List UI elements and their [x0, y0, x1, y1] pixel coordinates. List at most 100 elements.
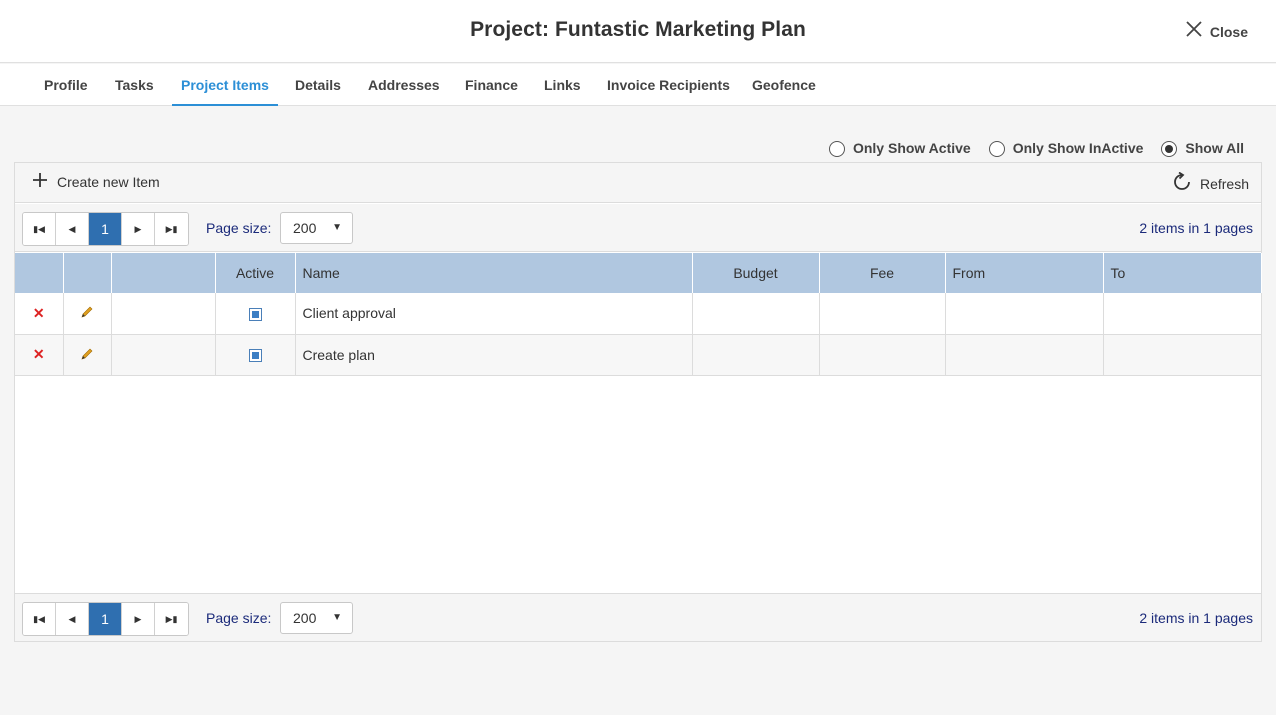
dropdown-arrow-icon: ▼ [332, 612, 342, 623]
page-size-select[interactable]: 200 ▼ [280, 602, 353, 634]
delete-icon[interactable]: ✕ [33, 305, 45, 321]
page-size-select[interactable]: 200 ▼ [280, 212, 353, 244]
active-cell [215, 293, 296, 335]
tab-details[interactable]: Details [286, 64, 350, 106]
pager-buttons: ▮◀ ◀ 1 ▶ ▶▮ [22, 212, 189, 246]
prev-page-button[interactable]: ◀ [56, 213, 89, 245]
refresh-icon [1172, 171, 1192, 195]
next-page-button[interactable]: ▶ [122, 213, 155, 245]
fee-cell [819, 293, 946, 335]
tab-invoice-recipients[interactable]: Invoice Recipients [598, 64, 739, 106]
filter-only-inactive[interactable]: Only Show InActive [988, 139, 1144, 157]
table-header-row: Active Name Budget Fee From To [15, 253, 1262, 293]
blank-cell [111, 293, 216, 335]
fee-cell [819, 334, 946, 376]
edit-cell [63, 334, 112, 376]
column-header-name[interactable]: Name [295, 253, 693, 293]
last-page-icon: ▶▮ [165, 223, 178, 234]
column-header-active[interactable]: Active [215, 253, 296, 293]
from-cell [945, 334, 1104, 376]
filter-label: Only Show InActive [1012, 140, 1144, 156]
filter-radio-group: Only Show Active Only Show InActive Show… [828, 139, 1244, 157]
first-page-button[interactable]: ▮◀ [23, 603, 56, 635]
from-cell [945, 293, 1104, 335]
items-table: Active Name Budget Fee From To ✕ Client … [15, 253, 1262, 376]
pager-bottom: ▮◀ ◀ 1 ▶ ▶▮ Page size: 200 ▼ 2 items in … [15, 593, 1261, 641]
pager-info: 2 items in 1 pages [1139, 610, 1253, 626]
active-cell [215, 334, 296, 376]
refresh-label: Refresh [1199, 175, 1249, 192]
tab-links[interactable]: Links [535, 64, 590, 106]
next-page-icon: ▶ [134, 613, 142, 624]
dropdown-arrow-icon: ▼ [332, 222, 342, 233]
tab-geofence[interactable]: Geofence [743, 64, 825, 106]
radio-button[interactable] [988, 141, 1005, 157]
page-size-label: Page size: [206, 610, 272, 626]
grid-toolbar: Create new Item Refresh [15, 163, 1261, 203]
tab-tasks[interactable]: Tasks [106, 64, 163, 106]
page-title: Project: Funtastic Marketing Plan [470, 18, 806, 41]
first-page-icon: ▮◀ [33, 613, 45, 624]
table-row: ✕ Client approval [15, 293, 1262, 335]
last-page-button[interactable]: ▶▮ [155, 213, 188, 245]
budget-cell [692, 334, 820, 376]
close-label: Close [1209, 23, 1248, 40]
tab-bar: Profile Tasks Project Items Details Addr… [0, 64, 1276, 106]
filter-only-active[interactable]: Only Show Active [828, 139, 971, 157]
column-header-from[interactable]: From [945, 253, 1104, 293]
page-number-button[interactable]: 1 [89, 603, 122, 635]
dialog-header: Project: Funtastic Marketing Plan Close [0, 0, 1276, 63]
column-header-to[interactable]: To [1103, 253, 1262, 293]
table-row: ✕ Create plan [15, 334, 1262, 376]
prev-page-button[interactable]: ◀ [56, 603, 89, 635]
tab-addresses[interactable]: Addresses [359, 64, 449, 106]
close-button[interactable]: Close [1186, 21, 1248, 42]
budget-cell [692, 293, 820, 335]
edit-pencil-icon[interactable] [81, 347, 93, 363]
prev-page-icon: ◀ [68, 613, 76, 624]
active-checkbox[interactable] [248, 308, 262, 322]
column-header-delete [15, 253, 64, 293]
plus-icon [33, 173, 47, 190]
name-cell: Create plan [295, 334, 693, 376]
filter-label: Show All [1185, 140, 1244, 156]
items-grid: Create new Item Refresh ▮◀ ◀ 1 ▶ ▶▮ Page… [14, 162, 1262, 642]
create-item-button[interactable]: Create new Item [33, 173, 160, 190]
edit-pencil-icon[interactable] [81, 305, 93, 321]
blank-cell [111, 334, 216, 376]
page-size-label: Page size: [206, 220, 272, 236]
to-cell [1103, 293, 1262, 335]
radio-button[interactable] [828, 141, 845, 157]
tab-finance[interactable]: Finance [456, 64, 527, 106]
delete-cell: ✕ [15, 293, 64, 335]
column-header-edit [63, 253, 112, 293]
active-checkbox[interactable] [248, 349, 262, 363]
page-size-value: 200 [293, 220, 317, 236]
close-icon [1186, 21, 1202, 42]
pager-buttons: ▮◀ ◀ 1 ▶ ▶▮ [22, 602, 189, 636]
filter-show-all[interactable]: Show All [1161, 139, 1244, 157]
tab-profile[interactable]: Profile [35, 64, 97, 106]
page-number-button[interactable]: 1 [89, 213, 122, 245]
name-cell: Client approval [295, 293, 693, 335]
to-cell [1103, 334, 1262, 376]
edit-cell [63, 293, 112, 335]
column-header-blank [111, 253, 216, 293]
page-size-value: 200 [293, 610, 317, 626]
column-header-fee[interactable]: Fee [819, 253, 946, 293]
next-page-icon: ▶ [134, 223, 142, 234]
last-page-icon: ▶▮ [165, 613, 178, 624]
refresh-button[interactable]: Refresh [1172, 171, 1249, 195]
first-page-button[interactable]: ▮◀ [23, 213, 56, 245]
next-page-button[interactable]: ▶ [122, 603, 155, 635]
radio-button[interactable] [1161, 141, 1178, 157]
tab-project-items[interactable]: Project Items [172, 64, 278, 106]
first-page-icon: ▮◀ [33, 223, 45, 234]
last-page-button[interactable]: ▶▮ [155, 603, 188, 635]
delete-icon[interactable]: ✕ [33, 346, 45, 362]
pager-info: 2 items in 1 pages [1139, 220, 1253, 236]
create-item-label: Create new Item [57, 173, 160, 190]
column-header-budget[interactable]: Budget [692, 253, 820, 293]
delete-cell: ✕ [15, 334, 64, 376]
pager-top: ▮◀ ◀ 1 ▶ ▶▮ Page size: 200 ▼ 2 items in … [15, 204, 1261, 252]
